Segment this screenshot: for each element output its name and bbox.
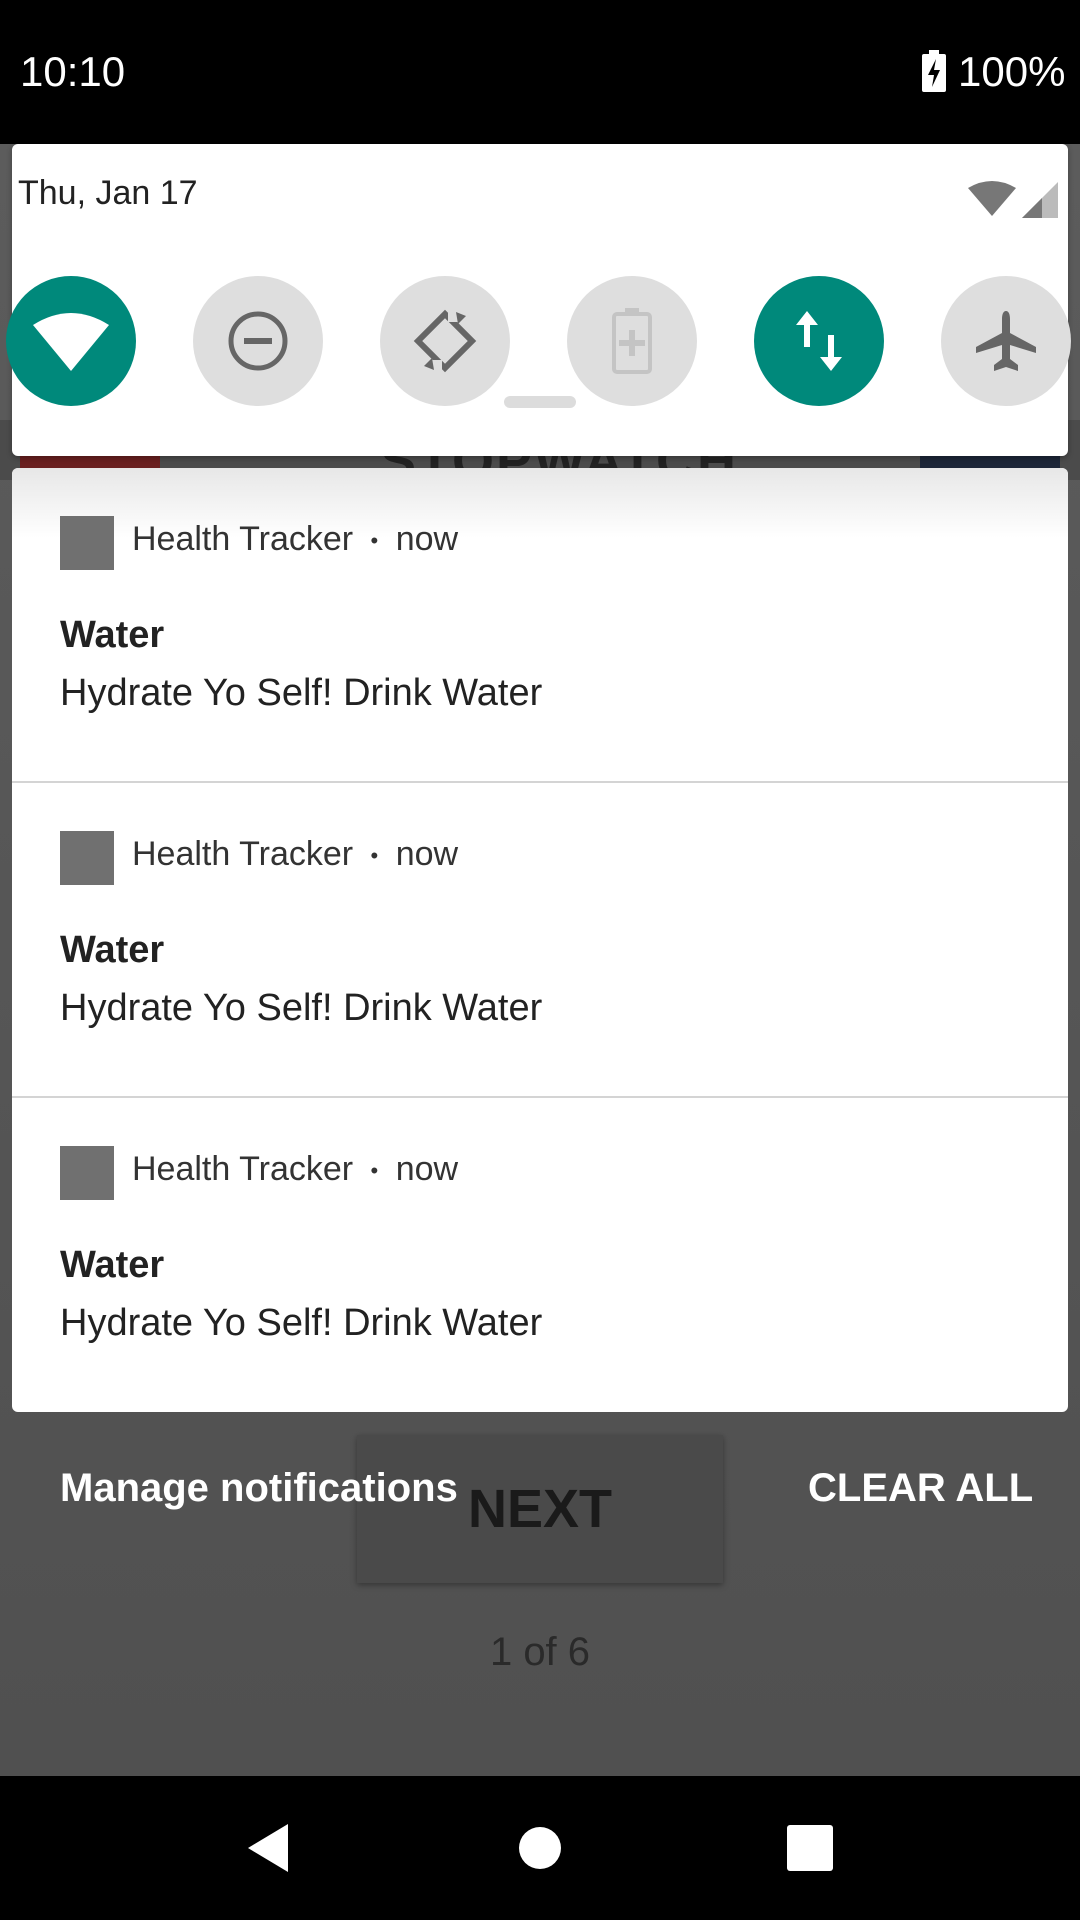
notification-header: Health Tracker • now xyxy=(132,835,458,874)
notification-title: Water xyxy=(60,1244,165,1286)
page-counter: 1 of 6 xyxy=(489,1630,591,1674)
notification-text: Hydrate Yo Self! Drink Water xyxy=(60,987,543,1029)
airplane-icon xyxy=(976,311,1036,371)
battery-saver-icon xyxy=(612,308,652,374)
app-icon xyxy=(60,831,114,885)
notification-item[interactable]: Health Tracker • now Water Hydrate Yo Se… xyxy=(12,468,1068,782)
battery-percentage: 100% xyxy=(958,48,1066,95)
quick-settings-panel: Thu, Jan 17 xyxy=(6,144,1071,456)
app-name: Health Tracker xyxy=(132,835,354,873)
tile-mobile-data[interactable] xyxy=(754,276,884,406)
tile-do-not-disturb[interactable] xyxy=(193,276,323,406)
notification-time: now xyxy=(395,835,459,873)
notification-text: Hydrate Yo Self! Drink Water xyxy=(60,1302,543,1344)
qs-drag-handle[interactable] xyxy=(504,396,576,408)
tile-wifi[interactable] xyxy=(6,276,136,406)
separator-dot: • xyxy=(370,528,379,554)
notification-title: Water xyxy=(60,614,165,656)
home-icon xyxy=(519,1827,561,1869)
tile-battery-saver[interactable] xyxy=(567,276,697,406)
separator-dot: • xyxy=(370,843,379,869)
back-icon xyxy=(248,1824,288,1872)
app-icon xyxy=(60,1146,114,1200)
tile-airplane-mode[interactable] xyxy=(941,276,1071,406)
navigation-bar xyxy=(0,1776,1080,1920)
notification-item[interactable]: Health Tracker • now Water Hydrate Yo Se… xyxy=(12,783,1068,1097)
recents-icon xyxy=(787,1825,833,1871)
notification-title: Water xyxy=(60,929,165,971)
status-clock: 10:10 xyxy=(20,48,126,95)
wifi-status-icon xyxy=(968,181,1016,216)
clear-all-button[interactable]: CLEAR ALL xyxy=(808,1466,1033,1511)
notification-list: Health Tracker • now Water Hydrate Yo Se… xyxy=(12,468,1068,1412)
home-button[interactable] xyxy=(500,1808,580,1888)
back-button[interactable] xyxy=(228,1808,308,1888)
rotate-icon xyxy=(413,308,477,374)
battery-charging-icon xyxy=(922,50,946,92)
status-bar: 10:10 100% xyxy=(0,0,1080,144)
app-icon xyxy=(60,516,114,570)
app-name: Health Tracker xyxy=(132,520,354,558)
separator-dot: • xyxy=(370,1158,379,1184)
manage-notifications-button[interactable]: Manage notifications xyxy=(60,1466,458,1511)
notification-time: now xyxy=(395,1150,459,1188)
notification-header: Health Tracker • now xyxy=(132,1150,458,1189)
qs-date: Thu, Jan 17 xyxy=(18,174,198,212)
notification-text: Hydrate Yo Self! Drink Water xyxy=(60,672,543,714)
data-icon xyxy=(796,311,842,371)
wifi-icon xyxy=(33,313,109,371)
dnd-icon xyxy=(228,311,288,371)
cell-signal-icon xyxy=(1022,182,1058,218)
notification-item[interactable]: Health Tracker • now Water Hydrate Yo Se… xyxy=(12,1098,1068,1412)
notification-header: Health Tracker • now xyxy=(132,520,458,559)
notification-time: now xyxy=(395,520,459,558)
tile-auto-rotate[interactable] xyxy=(380,276,510,406)
app-name: Health Tracker xyxy=(132,1150,354,1188)
recents-button[interactable] xyxy=(770,1808,850,1888)
